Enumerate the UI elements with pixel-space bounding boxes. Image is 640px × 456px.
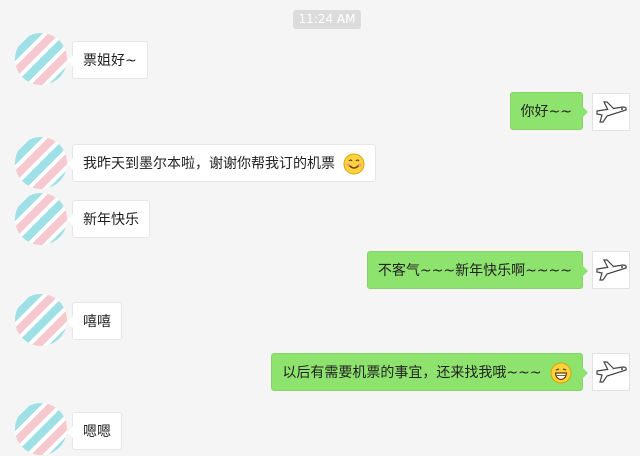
message-bubble-incoming[interactable]: 嗯嗯 (67, 412, 122, 450)
message-bubble-incoming[interactable]: 我昨天到墨尔本啦，谢谢你帮我订的机票 (66, 144, 377, 182)
self-avatar[interactable] (592, 251, 630, 289)
contact-avatar[interactable] (15, 137, 67, 189)
grin-emoji-icon (550, 362, 572, 384)
message-bubble-incoming[interactable]: 票姐好~ (67, 41, 148, 79)
message-text: 嗯嗯 (83, 424, 111, 440)
self-avatar[interactable] (592, 353, 630, 391)
message-text: 新年快乐 (83, 212, 139, 228)
message-text: 不客气~~~新年快乐啊~~~~ (377, 263, 572, 279)
message-text: 票姐好~ (83, 53, 137, 69)
smile-emoji-icon (343, 153, 365, 175)
contact-avatar[interactable] (15, 403, 67, 455)
message-bubble-outgoing[interactable]: 你好~~ (509, 92, 589, 130)
message-bubble-outgoing[interactable]: 以后有需要机票的事宜，还来找我哦~~~ (271, 353, 588, 391)
timestamp: 11:24 AM (293, 10, 361, 29)
self-avatar[interactable] (592, 93, 630, 131)
airplane-icon (596, 101, 627, 123)
message-text: 以后有需要机票的事宜，还来找我哦~~~ (282, 365, 542, 381)
contact-avatar[interactable] (15, 33, 67, 85)
airplane-icon (596, 259, 627, 281)
contact-avatar[interactable] (15, 294, 67, 346)
contact-avatar[interactable] (15, 193, 67, 245)
airplane-icon (596, 361, 627, 383)
message-text: 你好~~ (520, 104, 572, 120)
message-bubble-outgoing[interactable]: 不客气~~~新年快乐啊~~~~ (366, 251, 589, 289)
message-text: 嘻嘻 (83, 314, 111, 330)
message-text: 我昨天到墨尔本啦，谢谢你帮我订的机票 (83, 156, 335, 172)
message-bubble-incoming[interactable]: 嘻嘻 (67, 302, 122, 340)
message-bubble-incoming[interactable]: 新年快乐 (67, 200, 150, 238)
